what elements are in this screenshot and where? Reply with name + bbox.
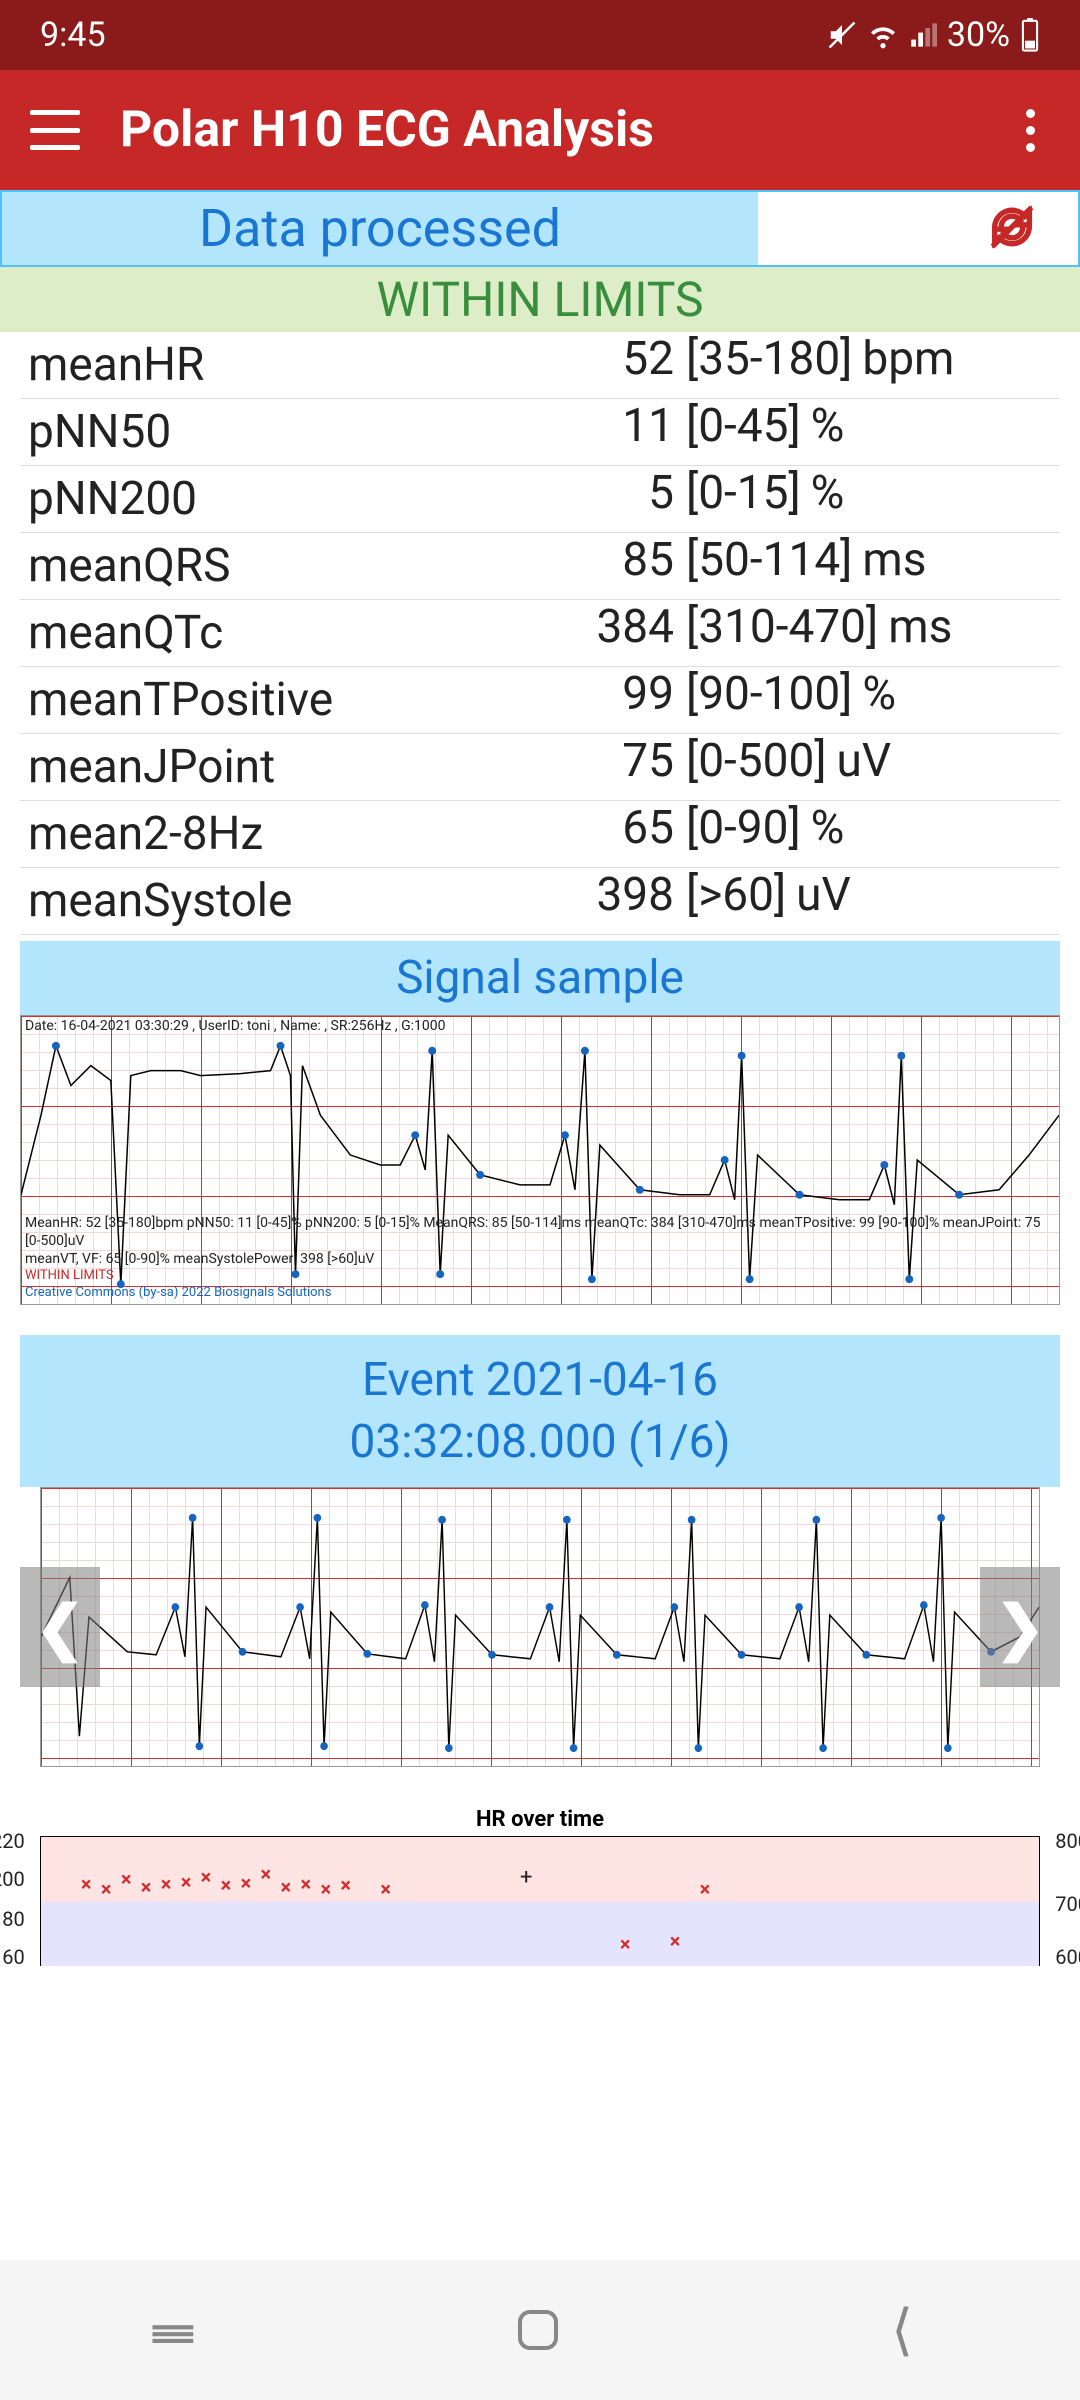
metric-label: meanSystole: [20, 868, 380, 934]
table-row: meanTPositive 99[90-100]%: [20, 667, 1060, 734]
limits-banner: WITHIN LIMITS: [0, 267, 1080, 332]
status-icons: 30%: [827, 15, 1040, 55]
battery-text: 30%: [947, 15, 1010, 55]
table-row: pNN50 11[0-45]%: [20, 399, 1060, 466]
metric-label: meanHR: [20, 332, 380, 398]
processing-status-row: Data processed: [0, 190, 1080, 267]
chart-footer: MeanHR: 52 [35-180]bpm pNN50: 11 [0-45]%…: [25, 1214, 1059, 1302]
wifi-icon: [867, 19, 899, 51]
battery-icon: [1020, 18, 1040, 52]
table-row: meanQRS 85[50-114]ms: [20, 533, 1060, 600]
metric-label: meanQRS: [20, 533, 380, 599]
system-nav-bar: ||| ⟨: [0, 2260, 1080, 2400]
table-row: meanJPoint 75[0-500]uV: [20, 734, 1060, 801]
metric-label: meanJPoint: [20, 734, 380, 800]
metric-label: pNN200: [20, 466, 380, 532]
processing-status: Data processed: [2, 192, 758, 265]
event-header: Event 2021-04-16 03:32:08.000 (1/6): [20, 1335, 1060, 1487]
recent-apps-button[interactable]: |||: [147, 2320, 204, 2341]
metrics-table: meanHR 52[35-180]bpm pNN50 11[0-45]% pNN…: [0, 332, 1080, 935]
event-chart[interactable]: [40, 1487, 1040, 1767]
table-row: meanHR 52[35-180]bpm: [20, 332, 1060, 399]
event-date: Event 2021-04-16: [20, 1349, 1060, 1411]
metric-label: meanTPositive: [20, 667, 380, 733]
event-chart-container: ❮ ❯: [20, 1487, 1060, 1767]
sync-status-cell[interactable]: [758, 192, 1078, 265]
metric-label: mean2-8Hz: [20, 801, 380, 867]
table-row: meanQTc 384[310-470]ms: [20, 600, 1060, 667]
clock: 9:45: [40, 15, 106, 55]
metric-label: pNN50: [20, 399, 380, 465]
app-bar: Polar H10 ECG Analysis: [0, 70, 1080, 190]
signal-sample-header: Signal sample: [20, 941, 1060, 1015]
event-time: 03:32:08.000 (1/6): [20, 1411, 1060, 1473]
metric-label: meanQTc: [20, 600, 380, 666]
home-button[interactable]: [518, 2310, 558, 2350]
signal-icon: [909, 21, 937, 49]
overflow-menu-icon[interactable]: [1010, 109, 1050, 152]
signal-sample-chart[interactable]: Date: 16-04-2021 03:30:29 , UserID: toni…: [20, 1015, 1060, 1305]
mute-icon: [827, 20, 857, 50]
hr-chart-title: HR over time: [0, 1807, 1080, 1832]
menu-icon[interactable]: [30, 110, 80, 150]
chart-caption: Date: 16-04-2021 03:30:29 , UserID: toni…: [25, 1018, 445, 1034]
chevron-left-icon: ❮: [35, 1592, 85, 1663]
back-button[interactable]: ⟨: [891, 2297, 913, 2363]
table-row: meanSystole 398[>60]uV: [20, 868, 1060, 935]
hr-chart[interactable]: 220 200 180 160 800 700 600 ×× ×× ×× ×× …: [40, 1836, 1040, 1966]
table-row: pNN200 5[0-15]%: [20, 466, 1060, 533]
sync-disabled-icon: [986, 201, 1038, 257]
status-bar: 9:45 30%: [0, 0, 1080, 70]
chevron-right-icon: ❯: [995, 1592, 1045, 1663]
table-row: mean2-8Hz 65[0-90]%: [20, 801, 1060, 868]
prev-event-button[interactable]: ❮: [20, 1567, 100, 1687]
next-event-button[interactable]: ❯: [980, 1567, 1060, 1687]
app-title: Polar H10 ECG Analysis: [120, 101, 970, 159]
